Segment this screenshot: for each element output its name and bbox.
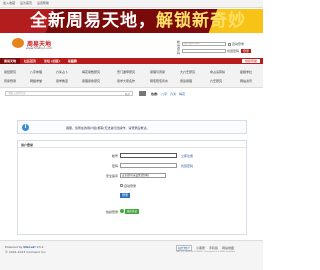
- notice-message: 抱歉，您所在的用户组(游客)无法进行此操作，请登录后重试。: [66, 126, 150, 130]
- hot-search-label: 热搜:: [151, 92, 159, 96]
- sub-nav-grid: 易经研究 八字命理 六爻占卜 梅花易数研究 奇门遁甲研究 易理与周易 大六壬研究…: [0, 64, 263, 88]
- subnav-item[interactable]: 大六壬研究: [180, 70, 195, 74]
- info-icon: i: [22, 124, 29, 131]
- subnav-item[interactable]: 梅花易数研究: [82, 70, 100, 74]
- header-login-form: 帐号 用户名/Email 自动登录 密码 找回密码 登录: [177, 40, 261, 55]
- permission-notice: i 抱歉，您所在的用户组(游客)无法进行此操作，请登录后重试。: [17, 120, 247, 134]
- site-header: 周易天地 www.51zhiyi.com 帐号 用户名/Email 自动登录 密…: [0, 34, 263, 55]
- forum-search-input[interactable]: 请输入搜索内容: [5, 91, 133, 96]
- subnav-item[interactable]: 八字命理: [30, 70, 42, 74]
- subnav-item[interactable]: 阅读易理: [180, 79, 192, 83]
- username-input[interactable]: [120, 153, 177, 158]
- banner-slogan: 全新周易天地，解锁新奇妙: [30, 11, 246, 31]
- register-link[interactable]: 立即注册: [181, 154, 193, 158]
- search-button[interactable]: [139, 91, 146, 96]
- logo-icon: [12, 38, 24, 48]
- site-logo[interactable]: 周易天地 www.51zhiyi.com: [12, 38, 53, 50]
- top-utility-bar: 加入收藏 设为首页 设置帮助: [0, 0, 263, 8]
- footer-link[interactable]: 手机版: [209, 246, 218, 250]
- promo-banner[interactable]: 全新周易天地，解锁新奇妙: [0, 9, 263, 33]
- logo-url: www.51zhiyi.com: [26, 46, 53, 50]
- site-footer: Powered by Discuz! X3.4 © 2001-2013 Coms…: [0, 240, 263, 270]
- login-submit-button[interactable]: 登录: [120, 193, 130, 198]
- subnav-item[interactable]: 易理与周易: [150, 70, 165, 74]
- username-label: 帐号: [111, 154, 118, 158]
- remember-me-checkbox[interactable]: [120, 184, 123, 187]
- footer-timing: GMT+8, 2024-10-10 08:59 , Processed in 0…: [176, 251, 236, 253]
- subnav-item[interactable]: 网络学堂: [30, 79, 42, 83]
- login-panel: 用户登录 帐号 立即注册 密码 找回密码 安全提问 安全提问(未设置请忽略) 自…: [17, 140, 247, 235]
- subnav-item[interactable]: 命占演算综: [210, 70, 225, 74]
- hot-search: 热搜: 八字 六爻 梅花: [151, 92, 185, 96]
- subnav-item[interactable]: 六爻占卜: [56, 70, 68, 74]
- wechat-login-button[interactable]: 微信登录: [125, 209, 140, 214]
- quick-login-label: 快捷登录: [105, 210, 118, 214]
- remember-me-label: 自动登录: [124, 184, 137, 188]
- header-forgot-password-link[interactable]: 找回密码: [227, 49, 239, 53]
- subnav-item[interactable]: 星相学社: [240, 70, 252, 74]
- password-label: 密码: [111, 164, 118, 168]
- add-favorite-link[interactable]: 加入收藏: [3, 1, 15, 5]
- subnav-item[interactable]: 周易预测: [4, 79, 16, 83]
- subnav-item[interactable]: 易经研究: [4, 70, 16, 74]
- discuz-link[interactable]: Discuz!: [23, 245, 35, 249]
- footer-link[interactable]: 网站地图: [222, 246, 234, 250]
- header-password-input[interactable]: [182, 49, 226, 53]
- forgot-password-link[interactable]: 找回密码: [181, 164, 193, 168]
- footer-copyright: © 2001-2013 Comsenz Inc.: [5, 250, 47, 254]
- subnav-item[interactable]: 易学大家名作: [117, 79, 135, 83]
- auto-login-label: 自动登录: [232, 42, 245, 46]
- login-panel-title: 用户登录: [18, 141, 246, 148]
- header-login-button[interactable]: 登录: [241, 49, 252, 53]
- subnav-item[interactable]: 阴宅阳宅风水: [150, 79, 168, 83]
- hot-search-item[interactable]: 六爻: [170, 92, 176, 96]
- security-question-label: 安全提问: [105, 174, 118, 178]
- footer-link[interactable]: 小黑屋: [196, 246, 205, 250]
- security-question-select[interactable]: 安全提问(未设置请忽略): [120, 173, 166, 178]
- set-homepage-link[interactable]: 设为首页: [20, 1, 32, 5]
- hot-search-item[interactable]: 八字: [161, 92, 167, 96]
- subnav-item[interactable]: 易理易象研究: [82, 79, 100, 83]
- wechat-icon: [120, 209, 124, 213]
- subnav-item[interactable]: 易学教室: [56, 79, 68, 83]
- quick-nav-button[interactable]: 快捷导航: [241, 59, 260, 63]
- help-link[interactable]: 设置帮助: [37, 1, 49, 5]
- subnav-item[interactable]: 六壬研究: [210, 79, 222, 83]
- auto-login-checkbox[interactable]: [228, 42, 231, 46]
- header-username-input[interactable]: 用户名/Email: [182, 42, 226, 46]
- search-type-select[interactable]: 帖子: [125, 92, 130, 96]
- subnav-item[interactable]: 网站资讯: [240, 79, 252, 83]
- password-input[interactable]: [120, 163, 177, 168]
- forum-search-bar: 请输入搜索内容 帖子 热搜: 八字 六爻 梅花: [5, 90, 205, 97]
- hot-search-item[interactable]: 梅花: [179, 92, 185, 96]
- footer-credits: Powered by Discuz! X3.4 © 2001-2013 Coms…: [5, 245, 47, 254]
- subnav-item[interactable]: 奇门遁甲研究: [117, 70, 135, 74]
